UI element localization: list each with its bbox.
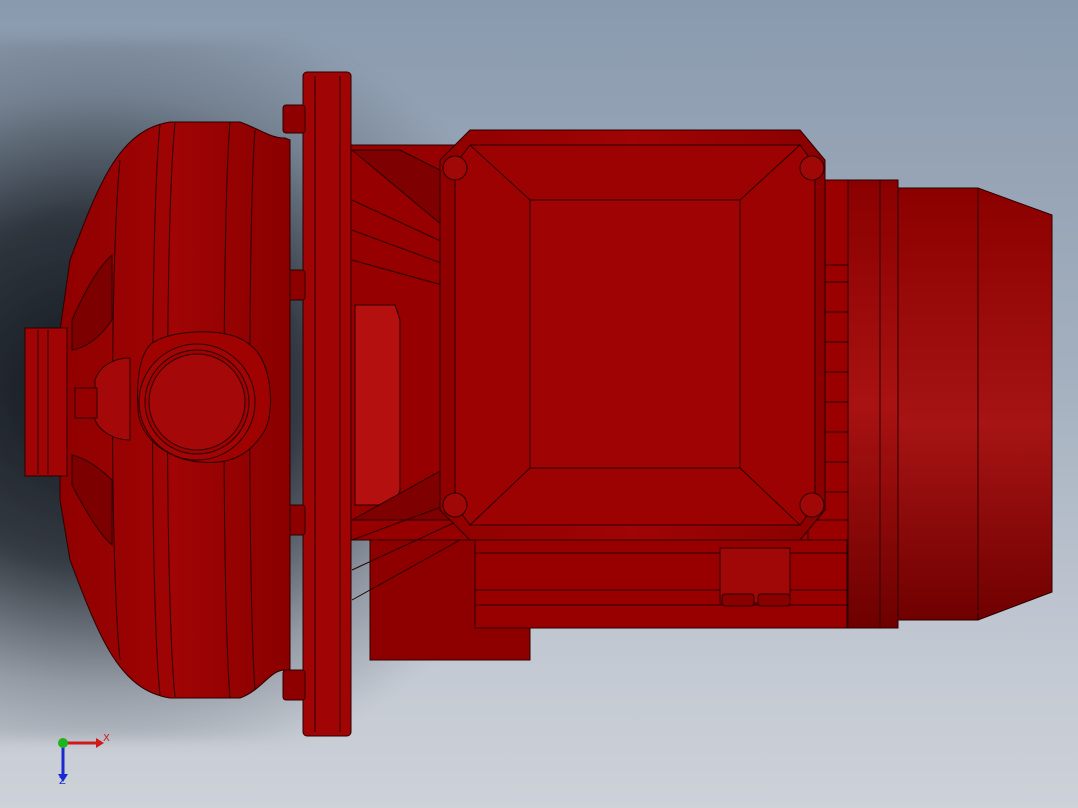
- terminal-box[interactable]: [439, 129, 826, 541]
- pump-flange[interactable]: [282, 71, 352, 737]
- fan-cover[interactable]: [847, 179, 1053, 629]
- graphics-viewport[interactable]: X Z: [0, 0, 1078, 808]
- motor-base: [369, 529, 848, 661]
- pump-model[interactable]: [0, 0, 1078, 808]
- z-axis-label: Z: [59, 776, 66, 787]
- coordinate-triad[interactable]: X Z: [48, 728, 118, 790]
- inlet-port[interactable]: [137, 331, 271, 464]
- x-axis-label: X: [103, 733, 110, 744]
